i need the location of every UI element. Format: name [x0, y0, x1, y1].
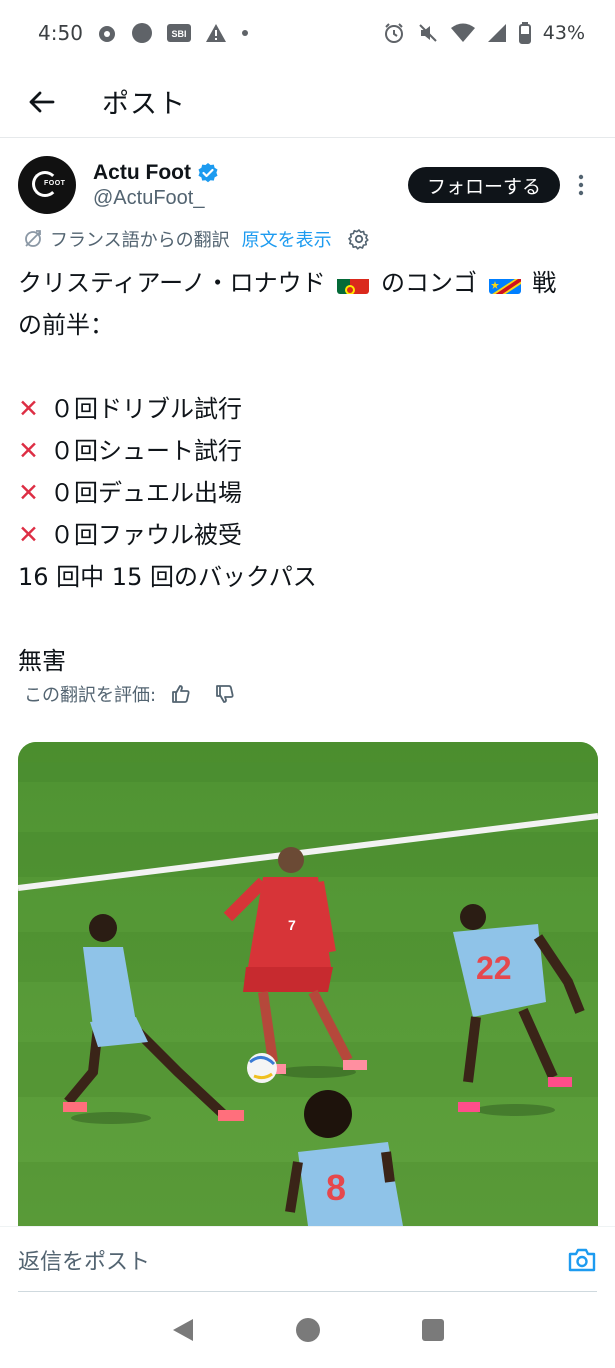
post-author: FOOT Actu Foot @ActuFoot_ フォローする — [18, 154, 598, 216]
gear-icon — [347, 229, 369, 250]
circle-home-icon — [295, 1318, 320, 1342]
verdict-line: 無害 — [18, 647, 66, 675]
camera-button[interactable] — [567, 1247, 597, 1273]
jersey-number-center: 7 — [288, 917, 296, 933]
cross-mark-icon: ✕ — [18, 436, 39, 465]
svg-text:SBI: SBI — [171, 29, 186, 39]
stat-line: ✕ ０回デュエル出場 — [18, 472, 603, 514]
text-segment: のコンゴ — [380, 269, 477, 297]
translation-settings-button[interactable] — [347, 228, 370, 250]
status-bar: 4:50 SBI 43% — [0, 0, 615, 66]
thumbs-up-icon — [172, 685, 190, 703]
cross-mark-icon: ✕ — [18, 478, 39, 507]
stat-line: ✕ ０回シュート試行 — [18, 430, 603, 472]
thumbs-down-icon — [216, 685, 234, 703]
dr-congo-flag-icon — [488, 272, 521, 294]
wifi-icon — [450, 23, 475, 43]
system-navigation-bar — [0, 1292, 615, 1368]
nav-recents-button[interactable] — [408, 1305, 458, 1355]
reply-input[interactable]: 返信をポスト — [18, 1244, 150, 1276]
top-app-bar: ポスト — [0, 66, 615, 138]
text-segment: クリスティアーノ・ロナウド — [18, 269, 326, 297]
triangle-back-icon — [172, 1319, 193, 1341]
cross-mark-icon: ✕ — [18, 394, 39, 423]
avatar[interactable]: FOOT — [18, 156, 76, 214]
jersey-number-bottom: 8 — [326, 1167, 346, 1208]
mute-icon — [417, 22, 439, 44]
battery-percentage: 43% — [542, 22, 585, 44]
post-text-line: の前半： — [18, 311, 114, 339]
stat-line: ✕ ０回ドリブル試行 — [18, 388, 603, 430]
verified-badge-icon — [198, 162, 218, 182]
battery-icon — [518, 22, 531, 44]
translation-bar: フランス語からの翻訳 原文を表示 — [22, 224, 370, 254]
avatar-logo-text: FOOT — [44, 180, 66, 187]
jersey-number-right: 22 — [476, 950, 512, 986]
thumbs-down-button[interactable] — [214, 683, 236, 705]
show-original-link[interactable]: 原文を表示 — [242, 226, 332, 252]
follow-button[interactable]: フォローする — [407, 167, 560, 203]
more-vertical-icon — [578, 174, 584, 196]
more-options-button[interactable] — [564, 174, 598, 196]
rate-translation-label: この翻訳を評価: — [24, 685, 157, 706]
sbi-icon: SBI — [166, 23, 191, 43]
author-info[interactable]: Actu Foot @ActuFoot_ — [93, 161, 219, 210]
alarm-icon — [383, 22, 405, 44]
author-handle: @ActuFoot_ — [93, 186, 205, 209]
post-text: クリスティアーノ・ロナウド のコンゴ 戦 の前半： ✕ ０回ドリブル試行 ✕ ０回シ… — [18, 262, 603, 682]
thumbs-up-button[interactable] — [170, 683, 192, 705]
stat-line: ✕ ０回ファウル被受 — [18, 514, 603, 556]
translate-icon — [25, 230, 41, 247]
translated-from-label: フランス語からの翻訳 — [50, 230, 230, 251]
portugal-flag-icon — [337, 272, 370, 294]
post-text-line: クリスティアーノ・ロナウド のコンゴ 戦 — [18, 262, 603, 304]
ball — [247, 1053, 277, 1083]
app-notification-icon — [97, 23, 117, 43]
nav-home-button[interactable] — [283, 1305, 333, 1355]
page-title: ポスト — [102, 89, 186, 120]
author-name: Actu Foot — [93, 160, 191, 184]
square-recents-icon — [421, 1319, 444, 1341]
more-notifications-icon — [241, 29, 249, 37]
arrow-left-icon — [29, 91, 55, 112]
translation-rating: この翻訳を評価: — [24, 679, 236, 709]
status-time: 4:50 — [38, 21, 83, 45]
back-button[interactable] — [0, 66, 80, 138]
backpass-line: 16 回中 15 回のバックパス — [18, 563, 317, 591]
reply-composer[interactable]: 返信をポスト — [0, 1226, 615, 1292]
record-icon — [131, 22, 153, 44]
cross-mark-icon: ✕ — [18, 520, 39, 549]
warning-icon — [205, 23, 227, 43]
nav-back-button[interactable] — [158, 1305, 208, 1355]
signal-icon — [487, 23, 507, 43]
post-media-image[interactable]: 7 22 8 — [18, 742, 598, 1226]
text-segment: 戦 — [532, 269, 557, 297]
camera-icon — [568, 1248, 596, 1271]
